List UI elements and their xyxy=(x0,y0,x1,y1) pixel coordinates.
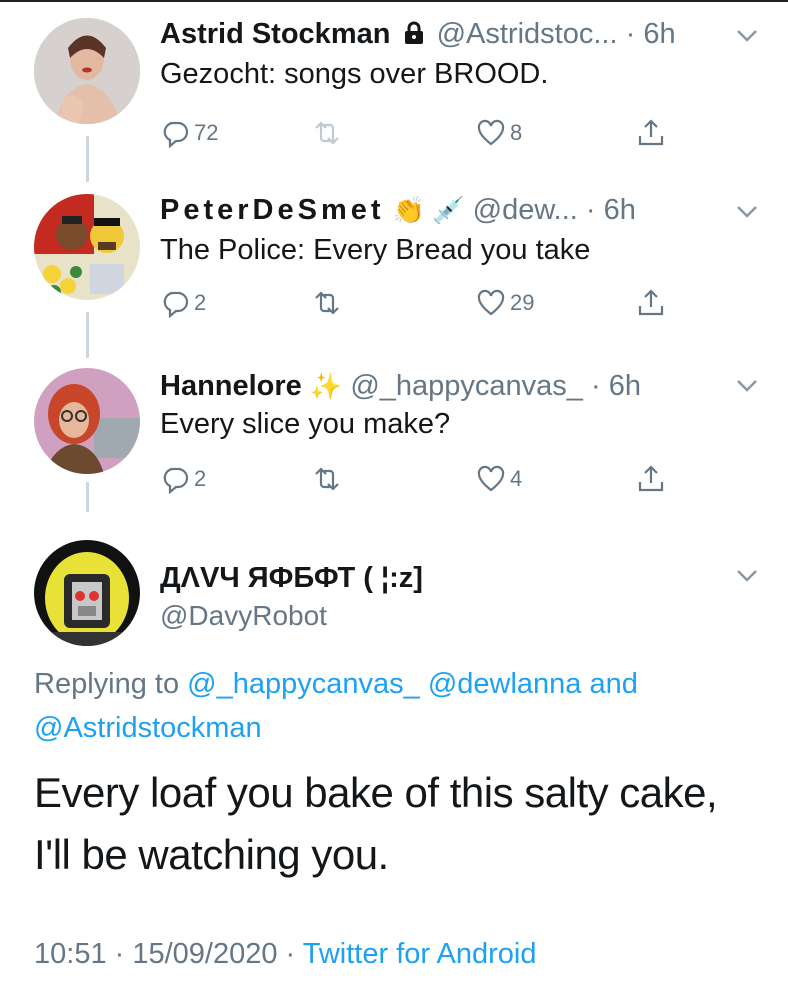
tweet-timestamp[interactable]: 10:51 · 15/09/2020 xyxy=(34,938,277,970)
retweet-icon xyxy=(315,467,339,491)
caret-down-icon[interactable] xyxy=(734,202,760,222)
retweet-icon xyxy=(315,121,339,145)
thread-line xyxy=(86,312,89,358)
tweet-time[interactable]: 6h xyxy=(604,194,636,226)
tweet-actions: 2 4 xyxy=(160,462,680,496)
tweet-astrid[interactable]: Astrid Stockman @Astridstoc... · 6h Gezo… xyxy=(0,0,788,182)
reply-icon xyxy=(163,467,189,494)
tweet-text: Every slice you make? xyxy=(160,408,451,440)
retweet-button[interactable] xyxy=(312,462,342,496)
avatar-astrid[interactable] xyxy=(34,18,140,124)
author-handle[interactable]: @Astridstoc... xyxy=(437,18,618,50)
author-name[interactable]: Astrid Stockman xyxy=(160,18,390,50)
like-button[interactable]: 29 xyxy=(476,286,534,320)
tweet-header: PeterDeSmet 👏 💉 @dew... · 6h xyxy=(160,194,636,227)
mention-link[interactable]: @_happycanvas_ xyxy=(187,668,420,700)
author-handle[interactable]: @DavyRobot xyxy=(160,600,327,632)
tweet-text-line: I'll be watching you. xyxy=(34,831,389,878)
tweet-text: Gezocht: songs over BROOD. xyxy=(160,58,549,90)
share-button[interactable] xyxy=(636,116,666,150)
author-name[interactable]: ДΛVЧ ЯФБФТ ( ¦:z] xyxy=(160,562,423,595)
replying-and[interactable]: and xyxy=(590,668,638,700)
author-name[interactable]: PeterDeSmet xyxy=(160,194,385,226)
separator-dot: · xyxy=(285,938,303,970)
caret-down-icon[interactable] xyxy=(734,376,760,396)
mention-link[interactable]: @Astridstockman xyxy=(34,712,262,744)
replying-to: Replying to @_happycanvas_ @dewlanna and… xyxy=(34,662,734,750)
tweet-actions: 2 29 xyxy=(160,286,680,320)
like-count: 4 xyxy=(510,466,523,491)
reply-icon xyxy=(163,291,189,318)
retweet-button[interactable] xyxy=(312,116,342,150)
tweet-time[interactable]: 6h xyxy=(643,18,675,50)
reply-icon xyxy=(163,121,189,148)
avatar-davy[interactable] xyxy=(34,540,140,646)
separator-dot: · xyxy=(585,194,596,226)
name-emoji: ✨ xyxy=(309,371,343,401)
like-button[interactable]: 8 xyxy=(476,116,522,150)
tweet-text: Every loaf you bake of this salty cake, … xyxy=(34,762,764,886)
tweet-header: Astrid Stockman @Astridstoc... · 6h xyxy=(160,18,676,51)
author-handle[interactable]: @dew... xyxy=(473,194,578,226)
like-icon xyxy=(477,289,505,316)
reply-button[interactable]: 2 xyxy=(160,286,206,320)
tweet-text-line: Every loaf you bake of this salty cake, xyxy=(34,769,718,816)
tweet-actions: 72 8 xyxy=(160,116,680,150)
tweet-footer: 10:51 · 15/09/2020 · Twitter for Android xyxy=(34,938,536,971)
share-button[interactable] xyxy=(636,286,666,320)
like-icon xyxy=(477,465,505,492)
tweet-text: The Police: Every Bread you take xyxy=(160,234,591,266)
caret-down-icon[interactable] xyxy=(734,26,760,46)
like-count: 8 xyxy=(510,120,523,145)
retweet-button[interactable] xyxy=(312,286,342,320)
reply-button[interactable]: 72 xyxy=(160,116,218,150)
separator-dot: · xyxy=(625,18,636,50)
tweet-header: Hannelore ✨ @_happycanvas_ · 6h xyxy=(160,370,641,403)
share-button[interactable] xyxy=(636,462,666,496)
share-icon xyxy=(638,465,664,492)
reply-count: 72 xyxy=(194,120,219,145)
thread-line xyxy=(86,136,89,182)
avatar-peter[interactable] xyxy=(34,194,140,300)
separator-dot: · xyxy=(591,370,601,402)
tweet-peter[interactable]: PeterDeSmet 👏 💉 @dew... · 6h The Police:… xyxy=(0,180,788,358)
like-button[interactable]: 4 xyxy=(476,462,522,496)
replying-prefix: Replying to xyxy=(34,668,180,700)
author-name[interactable]: Hannelore xyxy=(160,370,302,402)
share-icon xyxy=(638,119,664,146)
tweet-source[interactable]: Twitter for Android xyxy=(303,938,537,970)
avatar-hannelore[interactable] xyxy=(34,368,140,474)
share-icon xyxy=(638,289,664,316)
name-emoji: 👏 💉 xyxy=(392,195,465,225)
reply-button[interactable]: 2 xyxy=(160,462,206,496)
tweet-hannelore[interactable]: Hannelore ✨ @_happycanvas_ · 6h Every sl… xyxy=(0,356,788,532)
like-count: 29 xyxy=(510,290,535,315)
tweet-time[interactable]: 6h xyxy=(609,370,641,402)
thread-line xyxy=(86,482,89,512)
author-handle[interactable]: @_happycanvas_ xyxy=(350,370,583,402)
mention-link[interactable]: @dewlanna xyxy=(428,668,582,700)
reply-count: 2 xyxy=(194,466,207,491)
lock-icon xyxy=(404,21,423,44)
like-icon xyxy=(477,119,505,146)
retweet-icon xyxy=(315,291,339,315)
reply-count: 2 xyxy=(194,290,207,315)
caret-down-icon[interactable] xyxy=(734,566,760,586)
